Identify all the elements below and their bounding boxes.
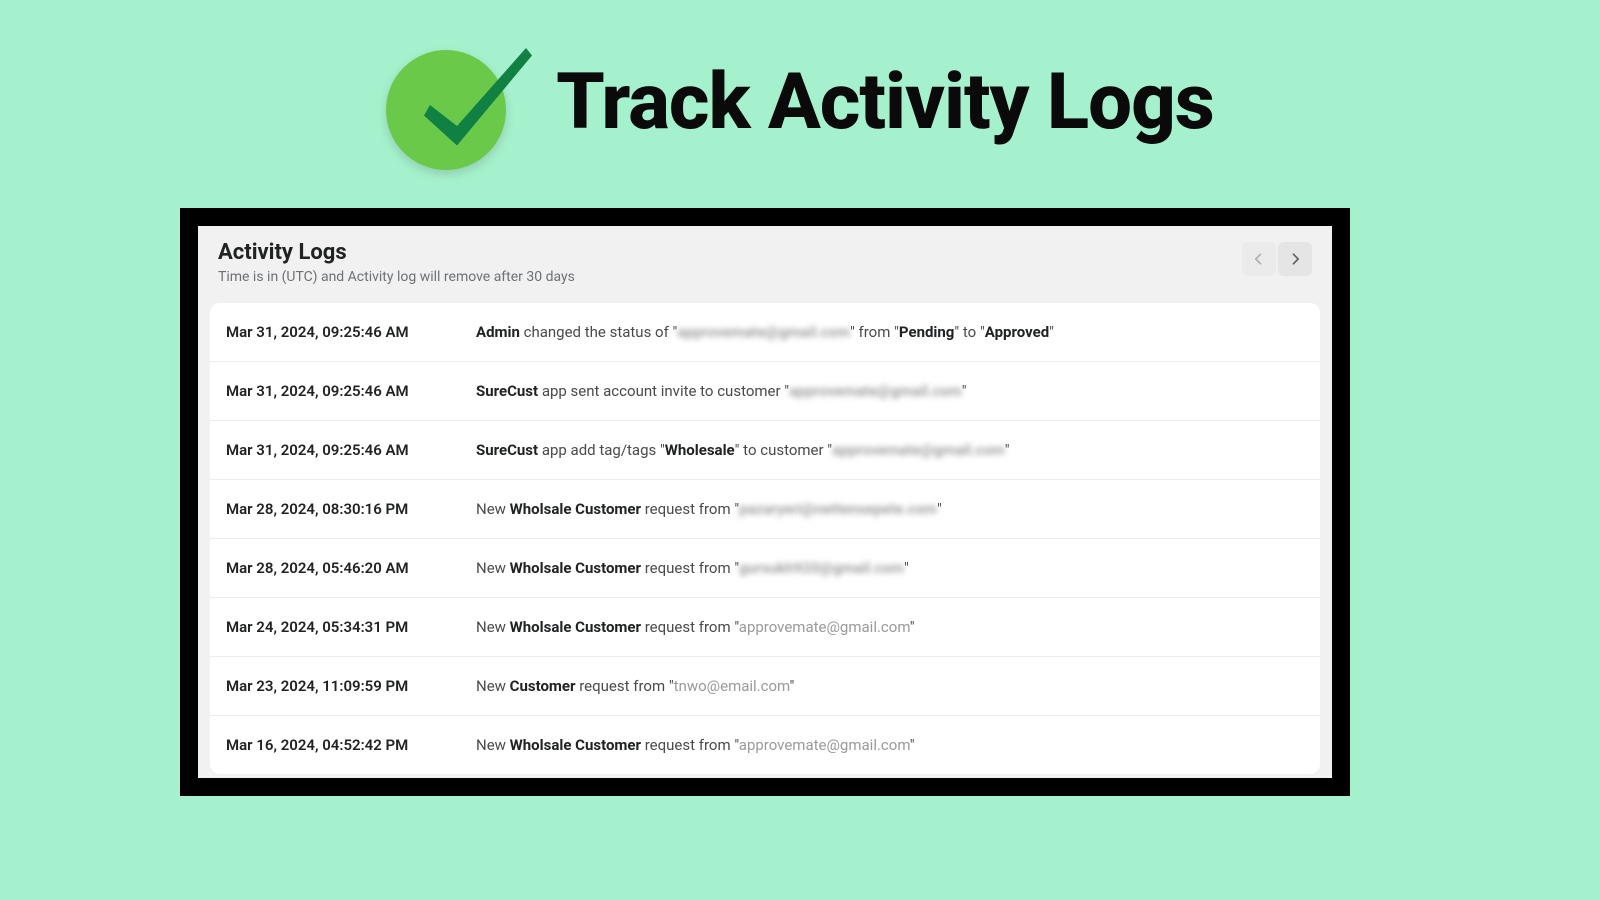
log-row: Mar 16, 2024, 04:52:42 PMNew Wholsale Cu… [210, 716, 1320, 774]
log-message: New Wholsale Customer request from "appr… [476, 736, 1304, 754]
log-row: Mar 24, 2024, 05:34:31 PMNew Wholsale Cu… [210, 598, 1320, 657]
log-message: SureCust app sent account invite to cust… [476, 382, 1304, 400]
log-row: Mar 31, 2024, 09:25:46 AMSureCust app se… [210, 362, 1320, 421]
log-message: SureCust app add tag/tags "Wholesale" to… [476, 441, 1304, 459]
log-timestamp: Mar 28, 2024, 08:30:16 PM [226, 500, 476, 518]
chevron-right-icon [1287, 251, 1303, 267]
log-row: Mar 28, 2024, 08:30:16 PMNew Wholsale Cu… [210, 480, 1320, 539]
log-message: Admin changed the status of "approvemate… [476, 323, 1304, 341]
panel-title: Activity Logs [218, 240, 575, 265]
hero-banner: Track Activity Logs [0, 35, 1600, 170]
log-timestamp: Mar 24, 2024, 05:34:31 PM [226, 618, 476, 636]
log-message: New Wholsale Customer request from "appr… [476, 618, 1304, 636]
chevron-left-icon [1251, 251, 1267, 267]
log-timestamp: Mar 31, 2024, 09:25:46 AM [226, 382, 476, 400]
prev-page-button [1242, 242, 1276, 276]
log-row: Mar 28, 2024, 05:46:20 AMNew Wholsale Cu… [210, 539, 1320, 598]
log-timestamp: Mar 23, 2024, 11:09:59 PM [226, 677, 476, 695]
app-frame: Activity Logs Time is in (UTC) and Activ… [180, 208, 1350, 796]
activity-panel: Activity Logs Time is in (UTC) and Activ… [198, 226, 1332, 778]
log-timestamp: Mar 31, 2024, 09:25:46 AM [226, 323, 476, 341]
pagination [1242, 242, 1312, 285]
log-row: Mar 31, 2024, 09:25:46 AMAdmin changed t… [210, 303, 1320, 362]
log-timestamp: Mar 31, 2024, 09:25:46 AM [226, 441, 476, 459]
log-message: New Wholsale Customer request from "gurs… [476, 559, 1304, 577]
hero-title: Track Activity Logs [556, 57, 1214, 148]
log-timestamp: Mar 16, 2024, 04:52:42 PM [226, 736, 476, 754]
panel-subtitle: Time is in (UTC) and Activity log will r… [218, 269, 575, 285]
checkmark-icon [386, 35, 521, 170]
log-message: New Wholsale Customer request from "paza… [476, 500, 1304, 518]
log-timestamp: Mar 28, 2024, 05:46:20 AM [226, 559, 476, 577]
log-list: Mar 31, 2024, 09:25:46 AMAdmin changed t… [210, 303, 1320, 774]
next-page-button[interactable] [1278, 242, 1312, 276]
log-row: Mar 31, 2024, 09:25:46 AMSureCust app ad… [210, 421, 1320, 480]
log-message: New Customer request from "tnwo@email.co… [476, 677, 1304, 695]
log-row: Mar 23, 2024, 11:09:59 PMNew Customer re… [210, 657, 1320, 716]
